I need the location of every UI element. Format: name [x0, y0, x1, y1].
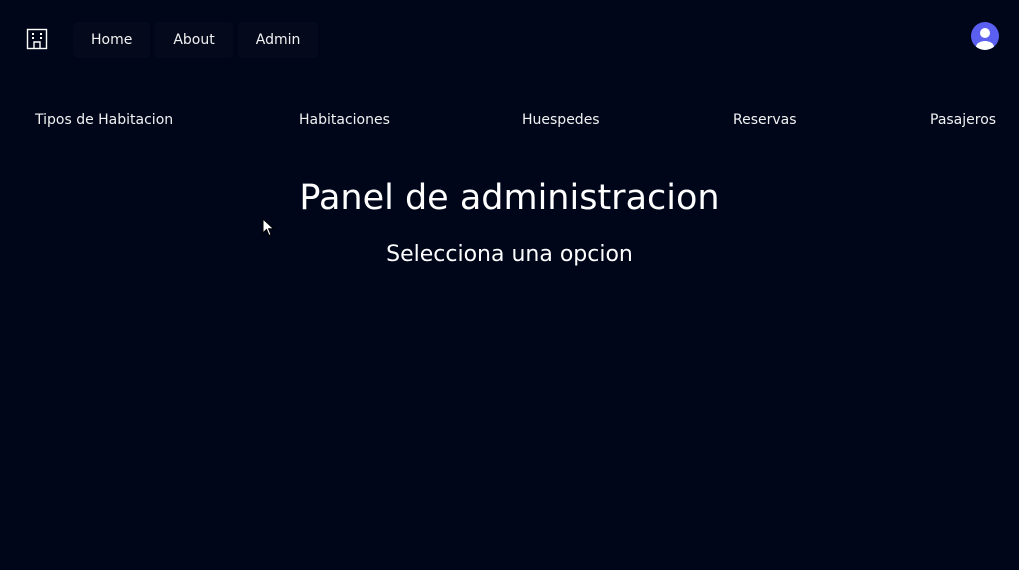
mouse-cursor-icon [262, 218, 275, 237]
subnav-item-pasajeros[interactable]: Pasajeros [930, 112, 996, 128]
main-nav: Home About Admin [73, 22, 319, 58]
nav-home-button[interactable]: Home [73, 22, 151, 58]
nav-about-button[interactable]: About [155, 22, 233, 58]
nav-admin-button[interactable]: Admin [237, 22, 319, 58]
subnav-item-habitaciones[interactable]: Habitaciones [299, 112, 390, 128]
admin-page: Home About Admin Tipos de Habitacion Hab… [0, 0, 1019, 570]
user-avatar-icon[interactable] [971, 22, 999, 50]
subnav-item-reservas[interactable]: Reservas [733, 112, 797, 128]
building-icon[interactable] [26, 28, 48, 50]
admin-subnav: Tipos de Habitacion Habitaciones Huesped… [0, 108, 1019, 134]
page-subtitle: Selecciona una opcion [386, 242, 633, 267]
subnav-item-tipos-habitacion[interactable]: Tipos de Habitacion [35, 112, 173, 128]
top-navbar: Home About Admin [0, 0, 1019, 80]
page-title: Panel de administracion [299, 178, 720, 218]
subnav-item-huespedes[interactable]: Huespedes [522, 112, 600, 128]
